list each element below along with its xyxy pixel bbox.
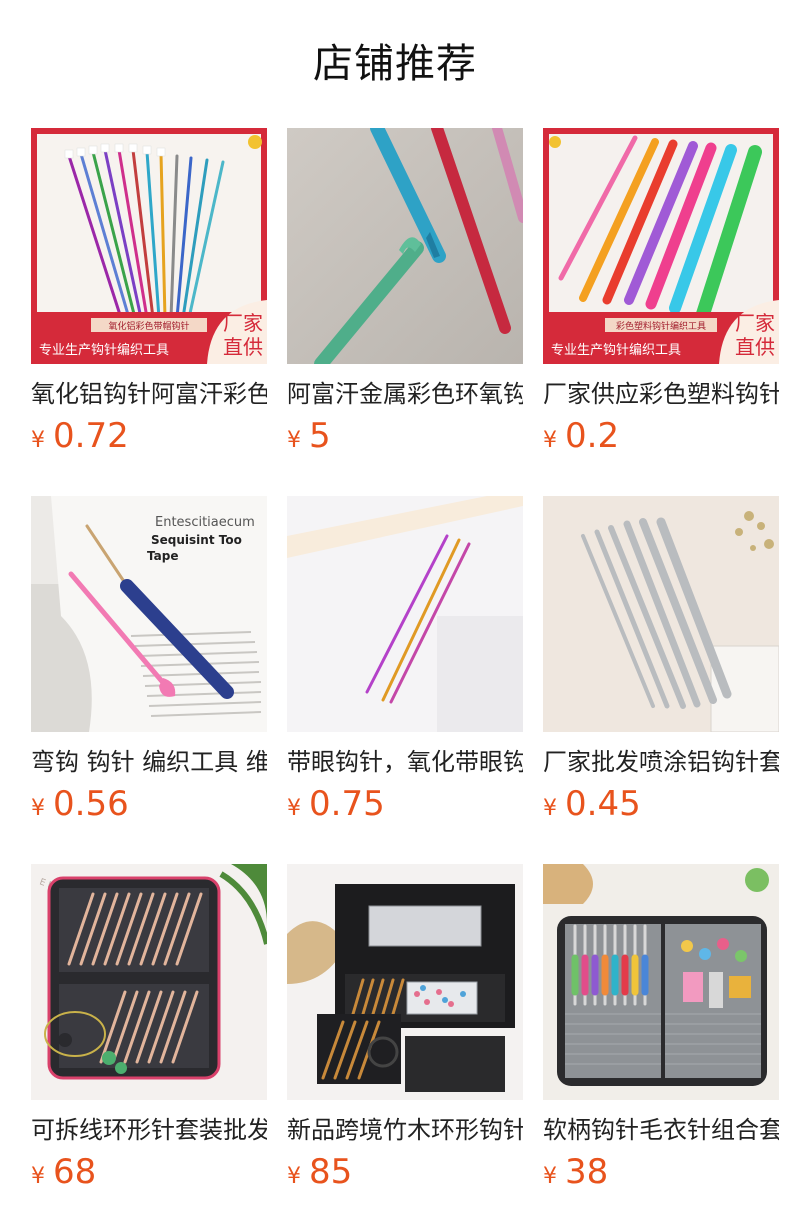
photo-text-1: Entescitiaecum bbox=[155, 515, 255, 530]
plastic-crochet-hooks-photo: 彩色塑料钩针编织工具 专业生产钩针编织工具 厂家 直供 bbox=[543, 128, 779, 364]
product-name[interactable]: 新品跨境竹木环形钩针套装 bbox=[287, 1114, 523, 1146]
product-image[interactable]: E ISENG bbox=[31, 864, 267, 1100]
metal-crochet-hooks-photo bbox=[287, 128, 523, 364]
currency-symbol: ¥ bbox=[287, 428, 301, 453]
product-card[interactable]: 氧化铝彩色带帽钩针 专业生产钩针编织工具 厂家 直供 氧化铝钩针阿富汗彩色带帽钩… bbox=[31, 128, 267, 496]
product-card[interactable]: 厂家批发喷涂铝钩针套装 ¥0.45 bbox=[543, 496, 779, 864]
bamboo-needle-box-photo bbox=[287, 864, 523, 1100]
product-grid: 氧化铝彩色带帽钩针 专业生产钩针编织工具 厂家 直供 氧化铝钩针阿富汗彩色带帽钩… bbox=[31, 128, 779, 1232]
price-value: 5 bbox=[309, 416, 331, 456]
circular-needle-kit-photo: E ISENG bbox=[31, 864, 267, 1100]
currency-symbol: ¥ bbox=[543, 1164, 557, 1189]
product-name[interactable]: 阿富汗金属彩色环氧钩针 bbox=[287, 378, 523, 410]
product-card[interactable]: 带眼钩针，氧化带眼钩针 ¥0.75 bbox=[287, 496, 523, 864]
currency-symbol: ¥ bbox=[31, 1164, 45, 1189]
soft-handle-kit-case-photo bbox=[543, 864, 779, 1100]
currency-symbol: ¥ bbox=[287, 1164, 301, 1189]
currency-symbol: ¥ bbox=[31, 428, 45, 453]
product-image[interactable]: 氧化铝彩色带帽钩针 专业生产钩针编织工具 厂家 直供 bbox=[31, 128, 267, 364]
product-price: ¥68 bbox=[31, 1150, 267, 1194]
price-value: 0.75 bbox=[309, 784, 385, 824]
product-image[interactable] bbox=[287, 864, 523, 1100]
photo-text-3: Tape bbox=[147, 549, 178, 563]
crochet-hooks-photo: 氧化铝彩色带帽钩针 专业生产钩针编织工具 厂家 直供 bbox=[31, 128, 267, 364]
currency-symbol: ¥ bbox=[543, 428, 557, 453]
product-image[interactable] bbox=[287, 496, 523, 732]
section-title: 店铺推荐 bbox=[313, 41, 477, 87]
product-image[interactable] bbox=[287, 128, 523, 364]
product-card[interactable]: 软柄钩针毛衣针组合套装 ¥38 bbox=[543, 864, 779, 1232]
product-price: ¥0.75 bbox=[287, 782, 523, 826]
product-name[interactable]: 软柄钩针毛衣针组合套装 bbox=[543, 1114, 779, 1146]
product-image[interactable]: Entescitiaecum Sequisint Too Tape bbox=[31, 496, 267, 732]
bent-hook-tool-photo: Entescitiaecum Sequisint Too Tape bbox=[31, 496, 267, 732]
product-card[interactable]: 阿富汗金属彩色环氧钩针 ¥5 bbox=[287, 128, 523, 496]
currency-symbol: ¥ bbox=[287, 796, 301, 821]
product-image[interactable] bbox=[543, 864, 779, 1100]
price-value: 0.56 bbox=[53, 784, 129, 824]
badge-corner-line1: 厂家 bbox=[223, 311, 263, 335]
product-name[interactable]: 弯钩 钩针 编织工具 维修 bbox=[31, 746, 267, 778]
product-image[interactable] bbox=[543, 496, 779, 732]
product-card[interactable]: E ISENG bbox=[31, 864, 267, 1232]
product-price: ¥0.2 bbox=[543, 414, 779, 458]
product-name[interactable]: 可拆线环形针套装批发 bbox=[31, 1114, 267, 1146]
product-price: ¥5 bbox=[287, 414, 523, 458]
currency-symbol: ¥ bbox=[543, 796, 557, 821]
badge-top-text: 彩色塑料钩针编织工具 bbox=[616, 320, 706, 332]
product-name[interactable]: 厂家供应彩色塑料钩针 bbox=[543, 378, 779, 410]
product-price: ¥0.45 bbox=[543, 782, 779, 826]
price-value: 38 bbox=[565, 1152, 609, 1192]
grey-crochet-set-photo bbox=[543, 496, 779, 732]
product-price: ¥0.56 bbox=[31, 782, 267, 826]
price-value: 0.2 bbox=[565, 416, 620, 456]
product-name[interactable]: 厂家批发喷涂铝钩针套装 bbox=[543, 746, 779, 778]
badge-corner-line2: 直供 bbox=[223, 335, 263, 359]
product-name[interactable]: 带眼钩针，氧化带眼钩针 bbox=[287, 746, 523, 778]
product-card[interactable]: Entescitiaecum Sequisint Too Tape 弯钩 钩针 … bbox=[31, 496, 267, 864]
price-value: 68 bbox=[53, 1152, 97, 1192]
product-price: ¥0.72 bbox=[31, 414, 267, 458]
product-image[interactable]: 彩色塑料钩针编织工具 专业生产钩针编织工具 厂家 直供 bbox=[543, 128, 779, 364]
price-value: 85 bbox=[309, 1152, 353, 1192]
badge-bottom-text: 专业生产钩针编织工具 bbox=[39, 343, 169, 358]
badge-corner-line1: 厂家 bbox=[735, 311, 775, 335]
product-card[interactable]: 新品跨境竹木环形钩针套装 ¥85 bbox=[287, 864, 523, 1232]
product-price: ¥85 bbox=[287, 1150, 523, 1194]
product-name[interactable]: 氧化铝钩针阿富汗彩色带帽钩针 bbox=[31, 378, 267, 410]
eyed-crochet-hooks-photo bbox=[287, 496, 523, 732]
currency-symbol: ¥ bbox=[31, 796, 45, 821]
photo-text-2: Sequisint Too bbox=[151, 533, 242, 547]
product-price: ¥38 bbox=[543, 1150, 779, 1194]
badge-bottom-text: 专业生产钩针编织工具 bbox=[551, 343, 681, 358]
product-card[interactable]: 彩色塑料钩针编织工具 专业生产钩针编织工具 厂家 直供 厂家供应彩色塑料钩针 ¥… bbox=[543, 128, 779, 496]
badge-corner-line2: 直供 bbox=[735, 335, 775, 359]
badge-top-text: 氧化铝彩色带帽钩针 bbox=[108, 320, 189, 332]
price-value: 0.45 bbox=[565, 784, 641, 824]
price-value: 0.72 bbox=[53, 416, 129, 456]
